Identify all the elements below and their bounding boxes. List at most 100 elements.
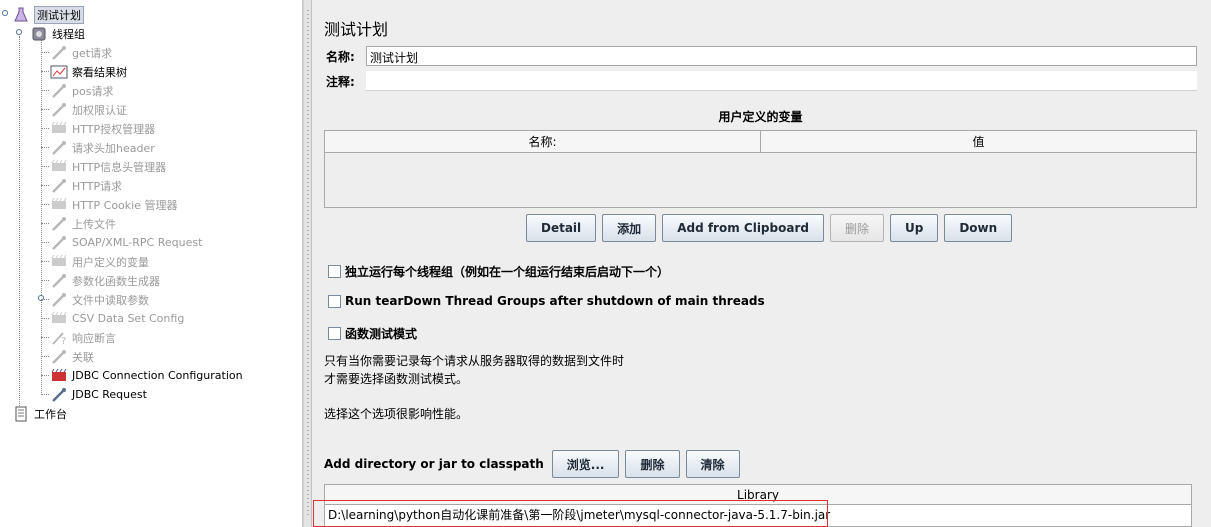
page-title: 测试计划 (324, 20, 389, 39)
tree-node[interactable]: 参数化函数生成器 (50, 271, 160, 290)
tree-node[interactable]: get请求 (50, 43, 112, 62)
library-column-header[interactable]: Library (325, 485, 1191, 505)
tree-node[interactable]: 上传文件 (50, 214, 116, 233)
tree-node[interactable]: 察看结果树 (50, 62, 127, 81)
tree-node-label: pos请求 (72, 84, 114, 98)
pipette-icon (50, 178, 68, 194)
comment-row: 注释: (324, 70, 1197, 92)
teardown-option[interactable]: Run tearDown Thread Groups after shutdow… (328, 294, 765, 308)
tree-node[interactable]: 工作台 (12, 404, 67, 423)
pipette-icon (50, 349, 68, 365)
detail-button[interactable]: Detail (526, 214, 597, 242)
tree-node[interactable]: 关联 (50, 347, 94, 366)
tree-node-label: 线程组 (52, 27, 85, 41)
tree-node[interactable]: HTTP Cookie 管理器 (50, 195, 177, 214)
tree-node-label: 加权限认证 (72, 103, 127, 117)
tree-node[interactable]: 请求头加header (50, 138, 155, 157)
functional-mode-note-1: 只有当你需要记录每个请求从服务器取得的数据到文件时 (324, 354, 625, 368)
user-variables-table[interactable]: 名称: 值 (324, 130, 1197, 208)
tree-connector (41, 223, 49, 224)
tree-node-label: 响应断言 (72, 331, 116, 345)
jdbc-config-icon (50, 368, 68, 384)
tree-node[interactable]: CSV Data Set Config (50, 309, 184, 328)
tree-node-label: HTTP信息头管理器 (72, 160, 167, 174)
tree-node[interactable]: JDBC Connection Configuration (50, 366, 243, 385)
tree-node[interactable]: ? 响应断言 (50, 328, 116, 347)
tree-node[interactable]: HTTP授权管理器 (50, 119, 155, 138)
tree-node[interactable]: 用户定义的变量 (50, 252, 149, 271)
tree-node-label: 察看结果树 (72, 65, 127, 79)
flask-icon (12, 7, 30, 23)
tree-connector (41, 394, 49, 395)
tree-node-label: 测试计划 (34, 5, 84, 24)
functional-mode-checkbox[interactable] (328, 327, 341, 340)
pipette-icon (50, 235, 68, 251)
name-field[interactable]: 测试计划 (366, 46, 1197, 66)
clear-button[interactable]: 清除 (685, 450, 740, 478)
tree-connector (41, 147, 49, 148)
serialize-label: 独立运行每个线程组（例如在一个组运行结束后启动下一个） (345, 265, 670, 279)
variables-toolbar: Detail 添加 Add from Clipboard 删除 Up Down (526, 214, 1013, 242)
tree-node[interactable]: 文件中读取参数 (50, 290, 149, 309)
pipette-icon (50, 140, 68, 156)
tree-connector (41, 299, 49, 300)
up-button[interactable]: Up (889, 214, 939, 242)
tree-node[interactable]: 线程组 (30, 24, 85, 43)
tree-node[interactable]: HTTP请求 (50, 176, 122, 195)
delete-button[interactable]: 删除 (829, 214, 884, 242)
library-row[interactable]: D:\learning\python自动化课前准备\第一阶段\jmeter\my… (325, 505, 1191, 523)
gear-spool-icon (30, 26, 48, 42)
tree-node[interactable]: 测试计划 (12, 5, 84, 24)
functional-mode-note-2: 才需要选择函数测试模式。 (324, 372, 469, 386)
tree-node-label: 上传文件 (72, 217, 116, 231)
panel-splitter[interactable] (303, 0, 312, 527)
tree-node-label: JDBC Connection Configuration (72, 369, 243, 382)
tree-node[interactable]: pos请求 (50, 81, 113, 100)
pipette-icon (50, 387, 68, 403)
expand-toggle-icon[interactable] (2, 10, 8, 16)
tree-node[interactable]: JDBC Request (50, 385, 147, 404)
down-button[interactable]: Down (944, 214, 1013, 242)
functional-test-mode-option[interactable]: 函数测试模式 (328, 325, 417, 342)
tree-node-label: 工作台 (34, 407, 67, 421)
chart-icon (50, 64, 68, 80)
tree-connector (41, 242, 49, 243)
tree-connector (41, 318, 49, 319)
pipette-icon (50, 102, 68, 118)
comment-field[interactable] (366, 71, 1197, 91)
tree-node-label: 参数化函数生成器 (72, 274, 160, 288)
column-header-value[interactable]: 值 (761, 131, 1196, 152)
config-icon (50, 254, 68, 270)
teardown-checkbox[interactable] (328, 294, 341, 308)
tree-node[interactable]: HTTP信息头管理器 (50, 157, 166, 176)
add-button[interactable]: 添加 (602, 214, 657, 242)
serialize-thread-groups-option[interactable]: 独立运行每个线程组（例如在一个组运行结束后启动下一个） (328, 263, 669, 280)
tree-connector (41, 185, 49, 186)
expand-toggle-icon[interactable] (16, 29, 22, 35)
serialize-checkbox[interactable] (328, 265, 341, 278)
test-plan-tree[interactable]: 测试计划线程组 get请求察看结果树 pos请求加权限认证 HTTP授权管理器 请求头加… (0, 0, 303, 527)
tree-node[interactable]: 加权限认证 (50, 100, 127, 119)
tree-connector (41, 90, 49, 91)
functional-mode-label: 函数测试模式 (345, 327, 418, 341)
tree-connector (41, 109, 49, 110)
tree-node-label: SOAP/XML-RPC Request (72, 236, 203, 249)
tree-node-label: get请求 (72, 46, 113, 60)
column-header-name[interactable]: 名称: (325, 131, 761, 152)
tree-node[interactable]: SOAP/XML-RPC Request (50, 233, 202, 252)
classpath-delete-button[interactable]: 删除 (625, 450, 680, 478)
tree-node-label: 关联 (72, 350, 94, 364)
tree-connector (41, 40, 42, 395)
tree-connector (41, 204, 49, 205)
tree-node-label: 文件中读取参数 (72, 293, 149, 307)
config-icon (50, 311, 68, 327)
tree-connector (41, 375, 49, 376)
expand-toggle-icon[interactable] (38, 295, 44, 301)
browse-button[interactable]: 浏览... (551, 450, 620, 478)
tree-node-label: 用户定义的变量 (72, 255, 149, 269)
library-table[interactable]: Library D:\learning\python自动化课前准备\第一阶段\j… (324, 484, 1192, 527)
table-header: 名称: 值 (325, 131, 1196, 153)
pipette-icon (50, 216, 68, 232)
add-from-clipboard-button[interactable]: Add from Clipboard (662, 214, 824, 242)
pipette-icon (50, 273, 68, 289)
